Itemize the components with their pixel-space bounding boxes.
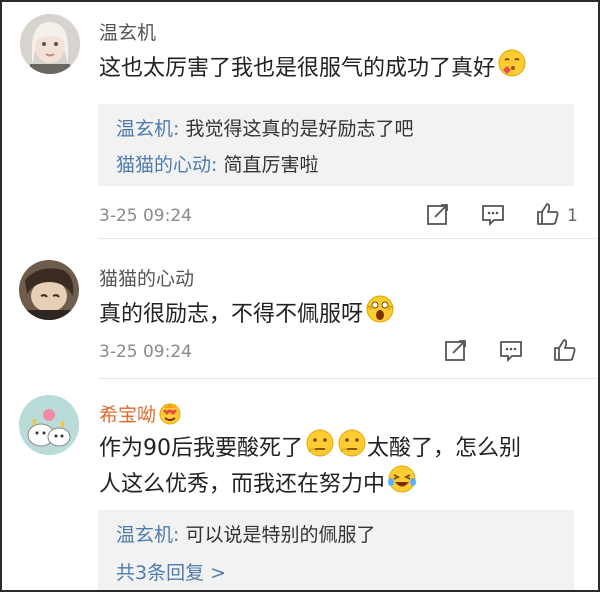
username-text: 希宝呦	[99, 404, 157, 426]
comment-text-line: 人这么优秀，而我还在努力中	[99, 464, 417, 506]
view-more-replies-link[interactable]: 共3条回复 >	[116, 558, 226, 585]
reply-username[interactable]: 温玄机	[116, 118, 173, 140]
reply-separator: :	[173, 524, 186, 546]
avatar-image	[19, 395, 79, 455]
like-count: 1	[567, 206, 578, 226]
comment-item: 温玄机 这也太厉害了我也是很服气的成功了真好 温玄机: 我觉得这真的是好励志了吧…	[2, 2, 598, 240]
avatar-image	[19, 260, 79, 320]
timestamp: 3-25 09:24	[99, 206, 192, 226]
reply-item[interactable]: 温玄机: 我觉得这真的是好励志了吧	[116, 114, 413, 141]
comment-text-content: 人这么优秀，而我还在努力中	[99, 472, 386, 497]
username[interactable]: 希宝呦	[99, 400, 182, 430]
laughing-tears-emoji-icon	[387, 464, 417, 506]
comment-icon[interactable]	[481, 203, 505, 227]
reply-text: 可以说是特别的佩服了	[185, 524, 376, 546]
timestamp: 3-25 09:24	[99, 342, 192, 362]
divider	[98, 378, 598, 379]
reply-item[interactable]: 温玄机: 可以说是特别的佩服了	[116, 520, 375, 547]
comment-text-content: 真的很励志，不得不佩服呀	[99, 302, 364, 327]
reply-username[interactable]: 温玄机	[116, 524, 173, 546]
share-edit-icon[interactable]	[426, 202, 450, 226]
reply-separator: :	[211, 154, 224, 176]
comment-text: 真的很励志，不得不佩服呀	[99, 294, 395, 336]
thumbs-up-icon[interactable]	[553, 338, 577, 362]
reply-box[interactable]: 温玄机: 我觉得这真的是好励志了吧 猫猫的心动: 简直厉害啦	[98, 104, 574, 186]
comment-icon[interactable]	[499, 339, 523, 363]
username[interactable]: 猫猫的心动	[99, 264, 194, 291]
reply-item[interactable]: 猫猫的心动: 简直厉害啦	[116, 150, 318, 177]
comment-list: 温玄机 这也太厉害了我也是很服气的成功了真好 温玄机: 我觉得这真的是好励志了吧…	[0, 0, 600, 592]
reply-text: 简直厉害啦	[223, 154, 319, 176]
avatar[interactable]	[19, 395, 79, 455]
share-edit-icon[interactable]	[444, 338, 468, 362]
avatar-image	[20, 14, 80, 74]
divider	[98, 238, 598, 239]
heart-eyes-badge-icon	[158, 401, 182, 430]
comment-item: 希宝呦 作为90后我要酸死了 太酸了，怎么别 人这么优秀，而我还在努力中 温玄机:…	[2, 380, 598, 590]
avatar[interactable]	[20, 14, 80, 74]
reply-username[interactable]: 猫猫的心动	[116, 154, 211, 176]
kiss-emoji-icon	[497, 48, 527, 90]
comment-text: 这也太厉害了我也是很服气的成功了真好	[99, 48, 527, 90]
reply-box[interactable]: 温玄机: 可以说是特别的佩服了 共3条回复 >	[98, 510, 574, 590]
comment-text-content: 这也太厉害了我也是很服气的成功了真好	[99, 56, 496, 81]
shocked-emoji-icon	[365, 294, 395, 336]
comment-text-tail: 太酸了，怎么别	[367, 436, 522, 461]
reply-text: 我觉得这真的是好励志了吧	[185, 118, 414, 140]
username[interactable]: 温玄机	[99, 18, 156, 45]
avatar[interactable]	[19, 260, 79, 320]
comment-item: 猫猫的心动 真的很励志，不得不佩服呀 3-25 09:24	[2, 240, 598, 380]
comment-text-content: 作为90后我要酸死了	[99, 436, 303, 461]
thumbs-up-icon[interactable]	[536, 202, 560, 226]
reply-separator: :	[173, 118, 186, 140]
